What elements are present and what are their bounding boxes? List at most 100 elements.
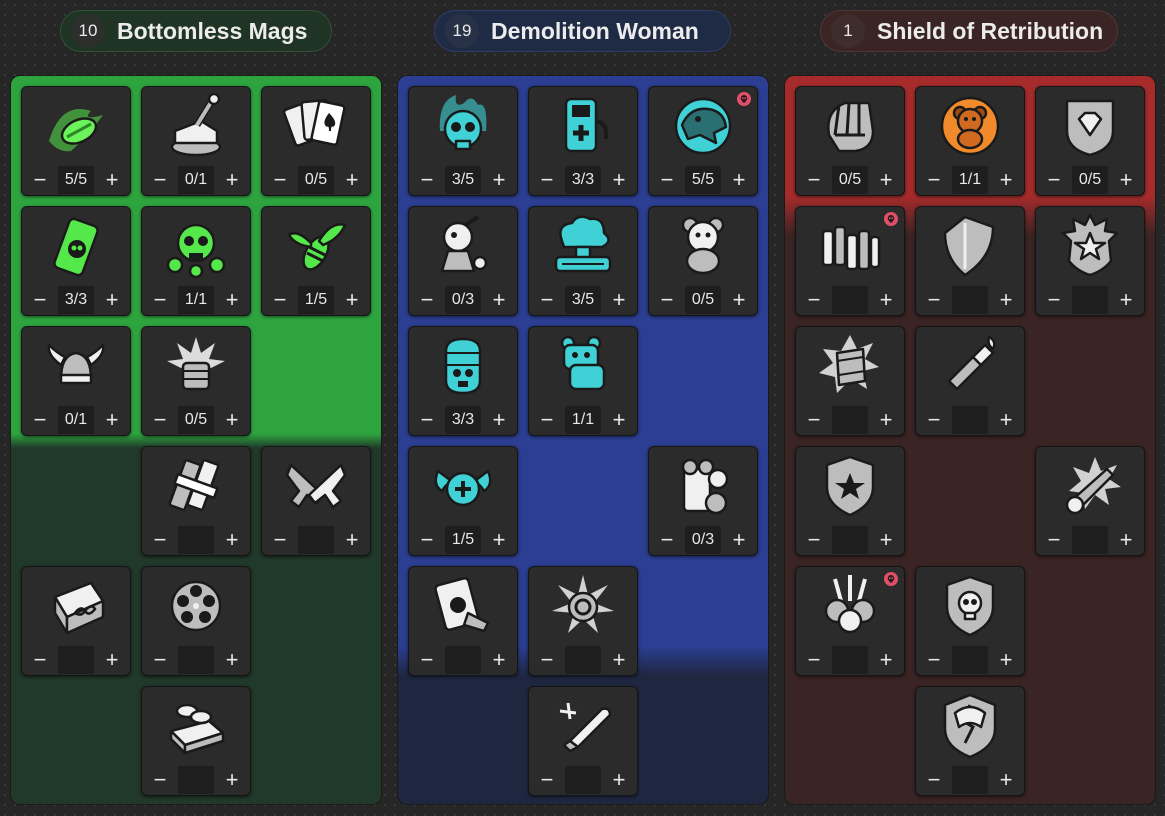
skill-card[interactable]: −5/5 + [648,86,758,196]
decrease-rank-button[interactable]: − [796,285,832,315]
decrease-rank-button[interactable]: − [796,645,832,675]
decrease-rank-button[interactable]: − [649,525,685,555]
increase-rank-button[interactable]: + [868,525,904,555]
skill-card[interactable]: − + [915,206,1025,316]
increase-rank-button[interactable]: + [988,405,1024,435]
skill-card[interactable]: −0/5 + [141,326,251,436]
increase-rank-button[interactable]: + [214,405,250,435]
skill-card[interactable]: −3/3 + [408,326,518,436]
decrease-rank-button[interactable]: − [529,765,565,795]
decrease-rank-button[interactable]: − [649,285,685,315]
increase-rank-button[interactable]: + [94,285,130,315]
increase-rank-button[interactable]: + [214,645,250,675]
increase-rank-button[interactable]: + [988,765,1024,795]
skill-card[interactable]: −1/1 + [528,326,638,436]
increase-rank-button[interactable]: + [94,165,130,195]
decrease-rank-button[interactable]: − [262,525,298,555]
decrease-rank-button[interactable]: − [796,525,832,555]
skill-card[interactable]: −3/3 + [21,206,131,316]
decrease-rank-button[interactable]: − [529,285,565,315]
decrease-rank-button[interactable]: − [142,645,178,675]
increase-rank-button[interactable]: + [868,165,904,195]
skill-card[interactable]: − + [915,326,1025,436]
decrease-rank-button[interactable]: − [916,405,952,435]
skill-card[interactable]: −0/5 + [1035,86,1145,196]
increase-rank-button[interactable]: + [601,765,637,795]
skill-card[interactable]: − + [1035,446,1145,556]
decrease-rank-button[interactable]: − [22,645,58,675]
skill-card[interactable]: − + [795,206,905,316]
skill-card[interactable]: − + [141,566,251,676]
increase-rank-button[interactable]: + [214,165,250,195]
decrease-rank-button[interactable]: − [142,525,178,555]
decrease-rank-button[interactable]: − [529,165,565,195]
increase-rank-button[interactable]: + [94,645,130,675]
decrease-rank-button[interactable]: − [22,405,58,435]
decrease-rank-button[interactable]: − [529,405,565,435]
increase-rank-button[interactable]: + [721,285,757,315]
increase-rank-button[interactable]: + [214,525,250,555]
decrease-rank-button[interactable]: − [529,645,565,675]
skill-card[interactable]: −3/3 + [528,86,638,196]
skill-card[interactable]: −5/5 + [21,86,131,196]
decrease-rank-button[interactable]: − [409,525,445,555]
increase-rank-button[interactable]: + [334,525,370,555]
increase-rank-button[interactable]: + [721,165,757,195]
skill-card[interactable]: −1/1 + [915,86,1025,196]
skill-card[interactable]: −3/5 + [528,206,638,316]
skill-card[interactable]: −1/5 + [408,446,518,556]
skill-card[interactable]: − + [1035,206,1145,316]
increase-rank-button[interactable]: + [1108,165,1144,195]
increase-rank-button[interactable]: + [481,165,517,195]
skill-card[interactable]: −1/5 + [261,206,371,316]
increase-rank-button[interactable]: + [601,165,637,195]
decrease-rank-button[interactable]: − [916,645,952,675]
decrease-rank-button[interactable]: − [22,165,58,195]
skill-card[interactable]: −0/5 + [261,86,371,196]
decrease-rank-button[interactable]: − [22,285,58,315]
skill-card[interactable]: − + [261,446,371,556]
increase-rank-button[interactable]: + [334,285,370,315]
decrease-rank-button[interactable]: − [409,405,445,435]
decrease-rank-button[interactable]: − [1036,525,1072,555]
increase-rank-button[interactable]: + [601,645,637,675]
increase-rank-button[interactable]: + [481,645,517,675]
skill-card[interactable]: −0/3 + [408,206,518,316]
skill-card[interactable]: − + [915,566,1025,676]
skill-card[interactable]: − + [141,686,251,796]
increase-rank-button[interactable]: + [601,285,637,315]
skill-card[interactable]: −0/1 + [21,326,131,436]
increase-rank-button[interactable]: + [988,165,1024,195]
skill-card[interactable]: −0/1 + [141,86,251,196]
increase-rank-button[interactable]: + [868,405,904,435]
increase-rank-button[interactable]: + [868,645,904,675]
skill-card[interactable]: −0/3 + [648,446,758,556]
increase-rank-button[interactable]: + [481,285,517,315]
decrease-rank-button[interactable]: − [796,405,832,435]
increase-rank-button[interactable]: + [481,525,517,555]
decrease-rank-button[interactable]: − [142,405,178,435]
increase-rank-button[interactable]: + [481,405,517,435]
decrease-rank-button[interactable]: − [409,285,445,315]
increase-rank-button[interactable]: + [988,645,1024,675]
skill-card[interactable]: −1/1 + [141,206,251,316]
decrease-rank-button[interactable]: − [916,165,952,195]
skill-card[interactable]: −0/5 + [795,86,905,196]
decrease-rank-button[interactable]: − [916,765,952,795]
increase-rank-button[interactable]: + [988,285,1024,315]
increase-rank-button[interactable]: + [1108,285,1144,315]
skill-card[interactable]: − + [915,686,1025,796]
decrease-rank-button[interactable]: − [409,645,445,675]
skill-card[interactable]: − + [528,566,638,676]
skill-card[interactable]: − + [795,326,905,436]
decrease-rank-button[interactable]: − [1036,285,1072,315]
skill-card[interactable]: − + [141,446,251,556]
increase-rank-button[interactable]: + [214,765,250,795]
increase-rank-button[interactable]: + [334,165,370,195]
decrease-rank-button[interactable]: − [916,285,952,315]
increase-rank-button[interactable]: + [601,405,637,435]
increase-rank-button[interactable]: + [868,285,904,315]
decrease-rank-button[interactable]: − [262,165,298,195]
decrease-rank-button[interactable]: − [142,165,178,195]
decrease-rank-button[interactable]: − [796,165,832,195]
